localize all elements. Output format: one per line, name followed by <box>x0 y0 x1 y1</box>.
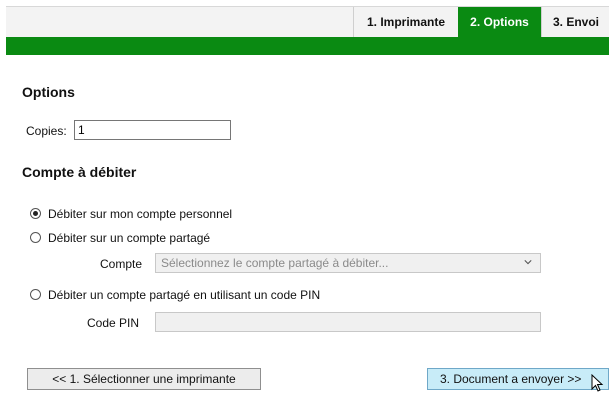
step-tab-bar: 1. Imprimante 2. Options 3. Envoi <box>6 6 609 37</box>
radio-pin-label: Débiter un compte partagé en utilisant u… <box>48 288 321 302</box>
radio-shared[interactable] <box>30 232 41 243</box>
options-heading: Options <box>22 84 75 100</box>
pin-input[interactable] <box>155 312 541 332</box>
account-heading: Compte à débiter <box>22 164 137 180</box>
tab-imprimante[interactable]: 1. Imprimante <box>353 7 458 37</box>
pointer-cursor-icon <box>591 374 604 392</box>
copies-label: Copies: <box>26 124 67 138</box>
compte-label: Compte <box>100 257 143 271</box>
copies-input[interactable] <box>74 120 231 140</box>
radio-personal[interactable] <box>30 208 41 219</box>
tab-options[interactable]: 2. Options <box>458 7 541 37</box>
compte-select[interactable]: Sélectionnez le compte partagé à débiter… <box>155 253 541 273</box>
radio-personal-label: Débiter sur mon compte personnel <box>48 207 233 221</box>
header-green-bar <box>6 37 609 55</box>
radio-pin[interactable] <box>30 289 41 300</box>
pin-label: Code PIN <box>87 316 140 330</box>
radio-shared-label: Débiter sur un compte partagé <box>48 231 211 245</box>
back-button[interactable]: << 1. Sélectionner une imprimante <box>27 368 261 390</box>
next-button[interactable]: 3. Document a envoyer >> <box>427 368 609 390</box>
tab-envoi[interactable]: 3. Envoi <box>541 7 609 37</box>
chevron-down-icon <box>524 260 532 265</box>
compte-select-placeholder: Sélectionnez le compte partagé à débiter… <box>161 256 389 270</box>
